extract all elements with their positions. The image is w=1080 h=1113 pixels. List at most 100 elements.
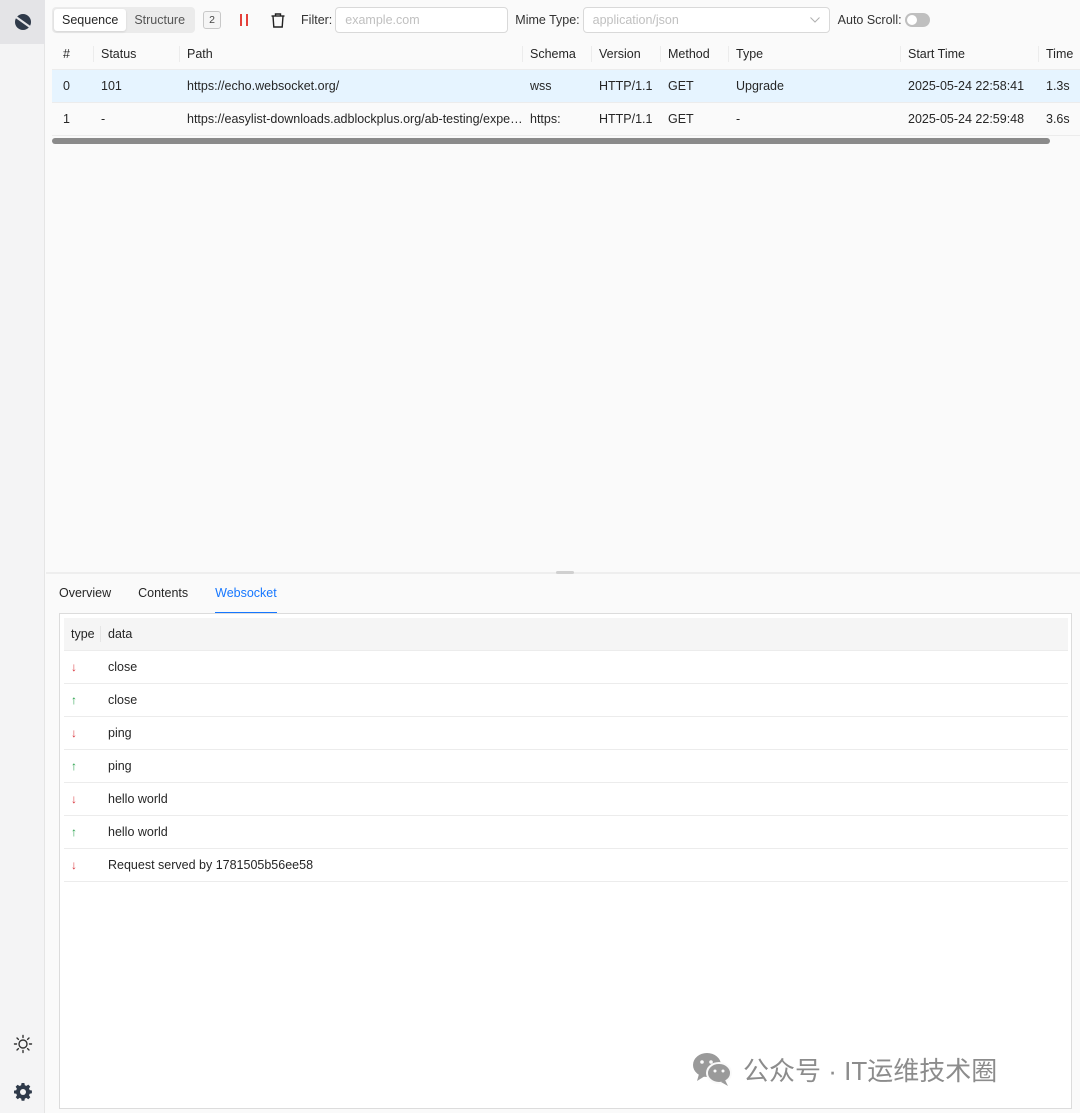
mime-type-placeholder: application/json xyxy=(592,13,679,27)
cell-start-time: 2025-05-24 22:58:41 xyxy=(908,79,1025,93)
list-item[interactable]: ↓ hello world xyxy=(64,783,1068,816)
cell-time: 1.3s xyxy=(1046,79,1070,93)
watermark: 公众号 · IT运维技术圈 xyxy=(691,1048,997,1090)
arrow-up-icon: ↑ xyxy=(71,825,77,839)
list-item[interactable]: ↓ ping xyxy=(64,717,1068,750)
arrow-down-icon: ↓ xyxy=(71,858,77,872)
column-header-time[interactable]: Time xyxy=(1039,46,1080,62)
cell-method: GET xyxy=(668,112,694,126)
column-header-method[interactable]: Method xyxy=(661,45,729,62)
list-item[interactable]: ↑ hello world xyxy=(64,816,1068,849)
view-mode-switch: Sequence Structure xyxy=(52,7,196,33)
cell-version: HTTP/1.1 xyxy=(599,79,653,93)
filter-input[interactable] xyxy=(335,7,509,33)
detail-tabs: Overview Contents Websocket xyxy=(59,580,304,614)
message-data: hello world xyxy=(108,825,168,839)
list-item[interactable]: ↑ close xyxy=(64,684,1068,717)
splitter-drag-handle[interactable] xyxy=(556,571,574,574)
message-data: ping xyxy=(108,726,132,740)
message-data: close xyxy=(108,693,138,707)
message-data: hello world xyxy=(108,792,168,806)
message-direction: ↓ xyxy=(64,727,101,739)
mime-type-label: Mime Type: xyxy=(515,13,580,27)
watermark-text: 公众号 · IT运维技术圈 xyxy=(743,1055,998,1086)
arrow-down-icon: ↓ xyxy=(71,726,77,740)
tab-websocket[interactable]: Websocket xyxy=(215,580,277,614)
message-direction: ↑ xyxy=(64,760,101,772)
sun-icon xyxy=(13,1034,32,1054)
cell-path: https://echo.websocket.org/ xyxy=(187,79,340,93)
cell-num: 1 xyxy=(63,112,70,126)
main-area: Sequence Structure 2 Filter: Mime Type: … xyxy=(46,0,1080,1113)
websocket-table-header: type data xyxy=(64,618,1068,651)
cell-time: 3.6s xyxy=(1046,112,1070,126)
column-header-version[interactable]: Version xyxy=(592,45,661,62)
list-item[interactable]: ↓ Request served by 1781505b56ee58 xyxy=(64,849,1068,882)
horizontal-scrollbar[interactable] xyxy=(52,138,1050,144)
panel-splitter xyxy=(46,571,1080,574)
cell-num: 0 xyxy=(63,79,70,93)
table-row[interactable]: 1 - https://easylist-downloads.adblockpl… xyxy=(52,103,1080,136)
column-header-type[interactable]: Type xyxy=(729,45,901,62)
column-header-data: data xyxy=(108,627,133,641)
sequence-view-button[interactable]: Sequence xyxy=(54,9,127,31)
cell-status: - xyxy=(101,112,106,126)
toolbar: Sequence Structure 2 Filter: Mime Type: … xyxy=(46,0,1080,40)
cell-schema: https: xyxy=(530,112,561,126)
app-logo[interactable] xyxy=(0,0,45,44)
column-header-num[interactable]: # xyxy=(52,45,94,62)
settings-button[interactable] xyxy=(0,1077,45,1107)
cell-start-time: 2025-05-24 22:59:48 xyxy=(908,112,1025,126)
requests-table: # Status Path Schema Version Method Type… xyxy=(52,38,1080,136)
auto-scroll-label: Auto Scroll: xyxy=(837,13,902,27)
column-header-status[interactable]: Status xyxy=(94,45,180,62)
mime-type-select[interactable]: application/json xyxy=(582,7,830,33)
message-data: close xyxy=(108,660,138,674)
websocket-panel: type data ↓ close ↑ close ↓ ping ↑ ping … xyxy=(59,613,1072,1109)
structure-view-button[interactable]: Structure xyxy=(126,9,193,31)
websocket-messages-table: type data ↓ close ↑ close ↓ ping ↑ ping … xyxy=(64,618,1068,882)
request-count-badge: 2 xyxy=(203,11,222,29)
message-direction: ↑ xyxy=(64,694,101,706)
toggle-knob xyxy=(906,15,917,25)
theme-toggle-button[interactable] xyxy=(0,1029,45,1059)
cell-path: https://easylist-downloads.adblockplus.o… xyxy=(187,112,523,126)
arrow-up-icon: ↑ xyxy=(71,759,77,773)
arrow-down-icon: ↓ xyxy=(71,660,77,674)
message-direction: ↓ xyxy=(64,661,101,673)
tab-contents[interactable]: Contents xyxy=(138,580,188,614)
requests-table-header: # Status Path Schema Version Method Type… xyxy=(52,38,1080,70)
cell-type: Upgrade xyxy=(736,79,784,93)
auto-scroll-toggle[interactable] xyxy=(904,13,930,27)
trash-icon xyxy=(271,12,285,28)
message-direction: ↓ xyxy=(64,859,101,871)
pause-button[interactable] xyxy=(235,11,253,29)
column-header-start-time[interactable]: Start Time xyxy=(901,45,1039,62)
column-header-type: type xyxy=(64,626,101,642)
clear-button[interactable] xyxy=(269,11,287,29)
message-data: ping xyxy=(108,759,132,773)
list-item[interactable]: ↑ ping xyxy=(64,750,1068,783)
cell-version: HTTP/1.1 xyxy=(599,112,653,126)
pause-icon xyxy=(240,14,249,26)
message-direction: ↑ xyxy=(64,826,101,838)
cell-method: GET xyxy=(668,79,694,93)
sidebar xyxy=(0,0,45,1113)
arrow-up-icon: ↑ xyxy=(71,693,77,707)
app-logo-icon xyxy=(14,14,31,30)
tab-overview[interactable]: Overview xyxy=(59,580,111,614)
cell-schema: wss xyxy=(530,79,552,93)
cell-status: 101 xyxy=(101,79,122,93)
column-header-schema[interactable]: Schema xyxy=(523,45,592,62)
cell-type: - xyxy=(736,112,741,126)
message-direction: ↓ xyxy=(64,793,101,805)
wechat-logo-icon xyxy=(693,1053,732,1086)
list-item[interactable]: ↓ close xyxy=(64,651,1068,684)
gear-icon xyxy=(13,1083,32,1101)
arrow-down-icon: ↓ xyxy=(71,792,77,806)
filter-label: Filter: xyxy=(301,13,333,27)
chevron-down-icon xyxy=(809,17,820,23)
table-row[interactable]: 0 101 https://echo.websocket.org/ wss HT… xyxy=(52,70,1080,103)
column-header-path[interactable]: Path xyxy=(180,45,523,62)
message-data: Request served by 1781505b56ee58 xyxy=(108,858,314,872)
